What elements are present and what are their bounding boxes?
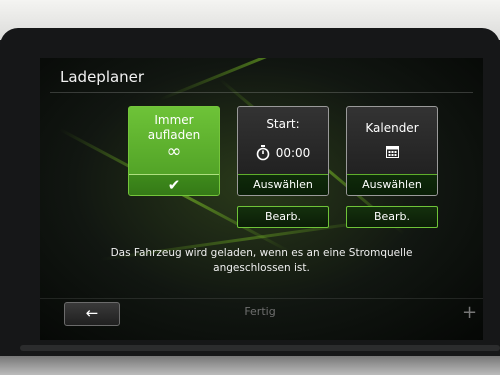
calendar-icon-row (347, 145, 437, 158)
tile-start-label: Start: (266, 117, 300, 131)
background-ray (159, 58, 402, 101)
back-button[interactable]: ← (64, 302, 120, 326)
chrome-trim (0, 356, 500, 375)
calendar-edit-button[interactable]: Bearb. (346, 206, 438, 228)
title-divider (50, 92, 473, 93)
calendar-select-button[interactable]: Auswählen (347, 174, 437, 195)
bezel-trim (20, 345, 500, 351)
tile-always-label: Immer aufladen (147, 113, 201, 142)
tile-calendar-label: Kalender (365, 121, 419, 135)
checkmark-icon: ✔ (167, 176, 181, 194)
timer-icon (256, 145, 270, 161)
infinity-icon: ∞ (166, 141, 182, 162)
page-title: Ladeplaner (60, 68, 145, 86)
back-arrow-icon: ← (85, 304, 99, 322)
tile-start-time[interactable]: Start: 00:00 Auswählen (237, 106, 329, 196)
status-message: Das Fahrzeug wird geladen, wenn es an ei… (110, 247, 413, 274)
tile-always-charge[interactable]: Immer aufladen ∞ ✔ (128, 106, 220, 196)
display-screen: Ladeplaner Immer aufladen ∞ ✔ Start: 00:… (40, 58, 483, 340)
start-select-button[interactable]: Auswählen (238, 174, 328, 195)
calendar-icon (385, 145, 399, 158)
checkmark-row: ✔ (129, 174, 219, 195)
start-edit-button[interactable]: Bearb. (237, 206, 329, 228)
start-time-row: 00:00 (238, 145, 328, 161)
footer-divider (40, 298, 483, 299)
start-time-value: 00:00 (275, 146, 311, 160)
plus-icon[interactable]: + (462, 302, 477, 323)
tile-calendar[interactable]: Kalender Auswählen (346, 106, 438, 196)
done-button[interactable]: Fertig (220, 305, 300, 318)
